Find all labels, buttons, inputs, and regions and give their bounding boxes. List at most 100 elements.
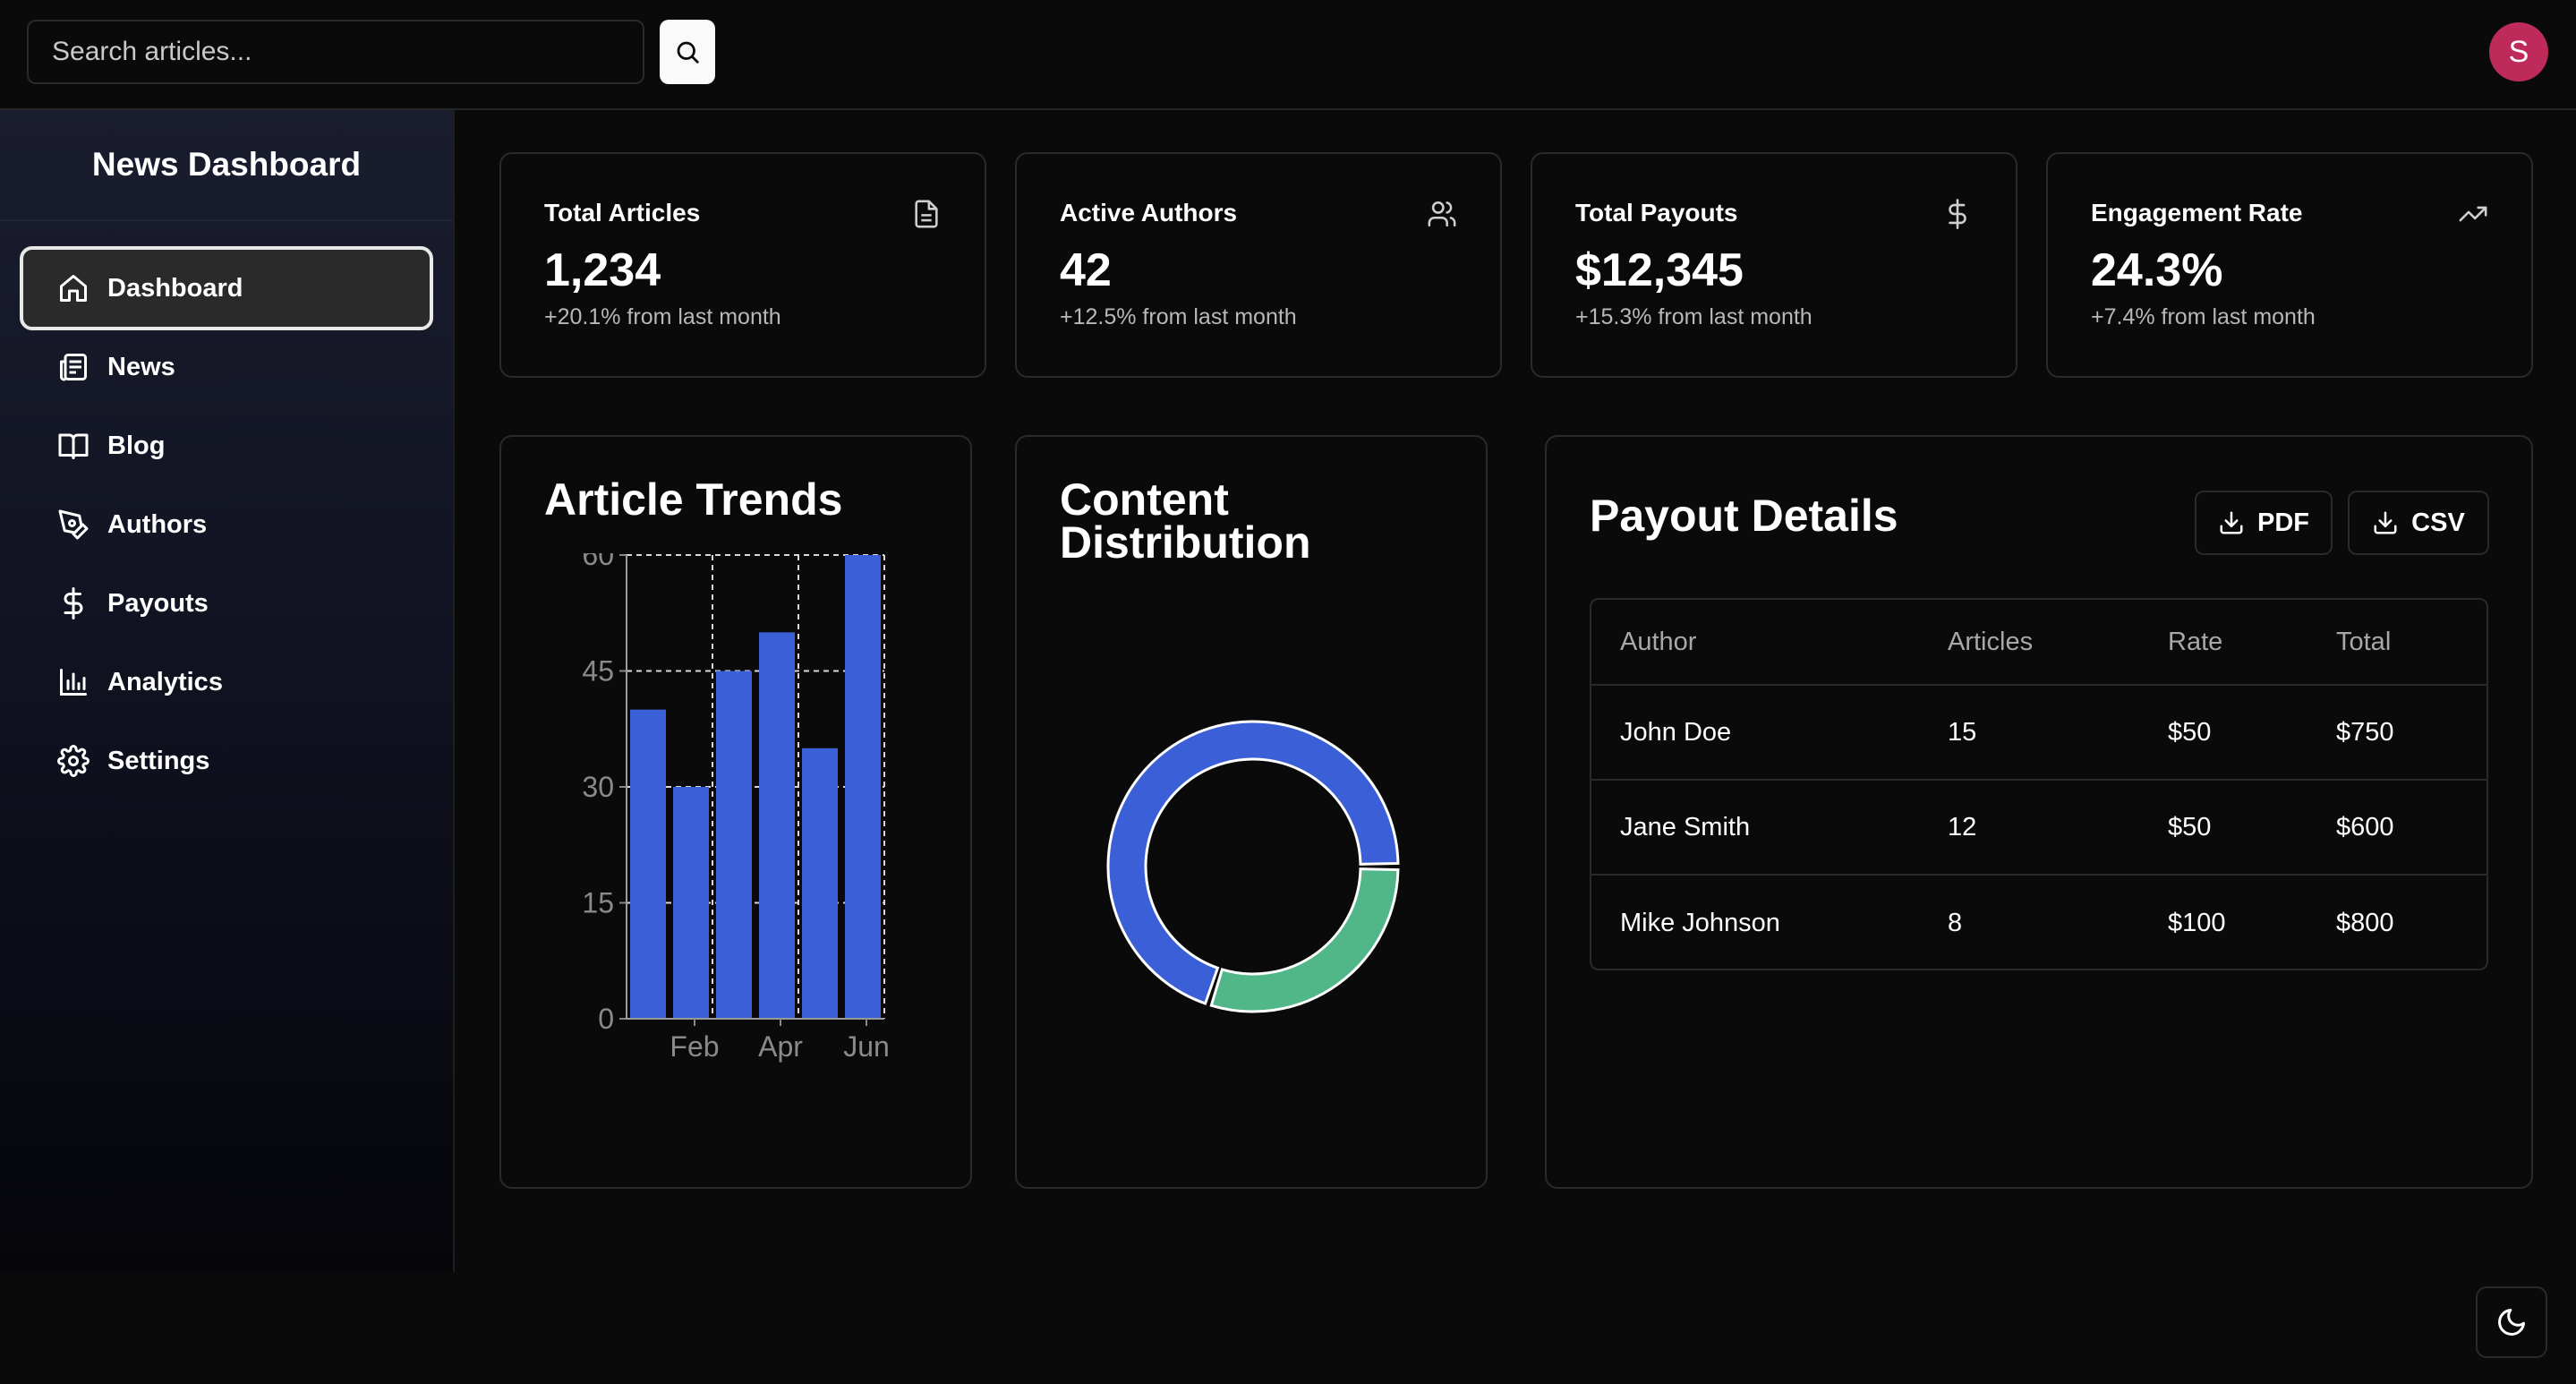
stat-label: Active Authors (1060, 199, 1238, 226)
gear-icon (55, 743, 91, 779)
stat-value: $12,345 (1575, 244, 1744, 296)
bar-apr[interactable] (759, 632, 795, 1019)
table-row[interactable]: Jane Smith 12 $50 $600 (1591, 781, 2486, 876)
bar-chart-icon (55, 664, 91, 700)
bar-may[interactable] (802, 748, 838, 1019)
stat-value: 42 (1060, 244, 1112, 296)
donut-slice-2[interactable] (1209, 867, 1400, 1013)
cell-author: John Doe (1620, 717, 1732, 747)
home-icon (55, 270, 91, 306)
stat-value: 1,234 (544, 244, 661, 296)
column-header-articles[interactable]: Articles (1948, 600, 2033, 684)
y-tick-label: 0 (598, 1003, 614, 1035)
cell-author: Mike Johnson (1620, 908, 1780, 937)
sidebar-item-blog[interactable]: Blog (20, 404, 433, 488)
article-trends-card: Article Trends 0 15 30 45 60 Feb Apr Jun (499, 435, 972, 1189)
avatar[interactable]: S (2489, 22, 2548, 81)
cell-total: $750 (2336, 717, 2394, 747)
sidebar-item-dashboard[interactable]: Dashboard (20, 246, 433, 330)
x-tick-label: Feb (670, 1030, 719, 1063)
column-header-total[interactable]: Total (2336, 600, 2391, 684)
bar-jun[interactable] (845, 555, 881, 1019)
download-pdf-button[interactable]: PDF (2195, 491, 2333, 555)
stat-change: +20.1% from last month (544, 304, 781, 329)
csv-label: CSV (2411, 508, 2465, 537)
cell-articles: 12 (1948, 812, 1977, 842)
column-header-rate[interactable]: Rate (2168, 600, 2222, 684)
stat-card-engagement-rate: Engagement Rate 24.3% +7.4% from last mo… (2046, 152, 2533, 378)
cell-total: $800 (2336, 908, 2394, 937)
search-icon (677, 41, 699, 64)
stat-change: +12.5% from last month (1060, 304, 1297, 329)
search-button[interactable] (660, 20, 715, 84)
cell-total: $600 (2336, 812, 2394, 842)
y-tick-label: 15 (582, 887, 614, 919)
sidebar-item-label: Payouts (107, 588, 209, 618)
sidebar-item-label: Authors (107, 509, 208, 539)
cell-articles: 15 (1948, 717, 1977, 747)
stat-change: +7.4% from last month (2091, 304, 2316, 329)
table-row[interactable]: John Doe 15 $50 $750 (1591, 686, 2486, 781)
dollar-icon (55, 585, 91, 621)
sidebar-item-label: Dashboard (107, 273, 243, 303)
sidebar-title: News Dashboard (0, 110, 453, 221)
sidebar: News Dashboard Dashboard News Blog Autho… (0, 110, 455, 1272)
stat-label: Total Payouts (1575, 199, 1738, 226)
content-distribution-chart (1106, 720, 1400, 1013)
pen-tool-icon (55, 507, 91, 542)
sidebar-item-authors[interactable]: Authors (20, 483, 433, 567)
y-tick-label: 30 (582, 771, 614, 803)
content-distribution-card: Content Distribution (1015, 435, 1488, 1189)
sidebar-item-news[interactable]: News (20, 325, 433, 409)
title-line: Distribution (1060, 517, 1311, 568)
book-open-icon (55, 428, 91, 464)
sidebar-item-label: Analytics (107, 667, 223, 696)
payout-details-card: Payout Details PDF CSV Author Articles R… (1545, 435, 2533, 1189)
table-header-row: Author Articles Rate Total (1591, 600, 2486, 686)
top-bar: S (0, 0, 2576, 110)
article-trends-title: Article Trends (544, 474, 843, 525)
cell-articles: 8 (1948, 908, 1963, 937)
download-csv-button[interactable]: CSV (2348, 491, 2489, 555)
sidebar-item-payouts[interactable]: Payouts (20, 561, 433, 645)
bar-feb[interactable] (673, 787, 709, 1019)
payout-table: Author Articles Rate Total John Doe 15 $… (1590, 598, 2488, 970)
stat-label: Total Articles (544, 199, 701, 226)
x-tick-label: Jun (843, 1030, 890, 1063)
download-icon (2220, 511, 2243, 534)
pdf-label: PDF (2257, 508, 2309, 537)
stat-card-total-payouts: Total Payouts $12,345 +15.3% from last m… (1531, 152, 2017, 378)
cell-author: Jane Smith (1620, 812, 1751, 842)
moon-icon (2498, 1309, 2525, 1336)
stat-value: 24.3% (2091, 244, 2223, 296)
theme-toggle-button[interactable] (2476, 1286, 2547, 1358)
table-row[interactable]: Mike Johnson 8 $100 $800 (1591, 876, 2486, 969)
article-trends-chart: 0 15 30 45 60 Feb Apr Jun (582, 553, 890, 1063)
x-tick-label: Apr (758, 1030, 803, 1063)
search-input[interactable] (27, 20, 644, 84)
cell-rate: $50 (2168, 717, 2212, 747)
column-header-author[interactable]: Author (1620, 600, 1696, 684)
sidebar-item-analytics[interactable]: Analytics (20, 640, 433, 724)
title-line: Content (1060, 474, 1229, 525)
sidebar-item-settings[interactable]: Settings (20, 719, 433, 803)
bar-jan[interactable] (630, 709, 666, 1019)
cell-rate: $50 (2168, 812, 2212, 842)
stat-card-active-authors: Active Authors 42 +12.5% from last month (1015, 152, 1502, 378)
newspaper-icon (55, 349, 91, 385)
stat-change: +15.3% from last month (1575, 304, 1813, 329)
sidebar-item-label: News (107, 352, 175, 381)
file-text-icon (915, 200, 938, 228)
sidebar-item-label: Settings (107, 746, 210, 775)
bar-mar[interactable] (716, 671, 752, 1020)
download-icon (2374, 511, 2397, 534)
content-distribution-title: Content Distribution (1060, 474, 1311, 568)
y-tick-label: 60 (582, 553, 614, 571)
cell-rate: $100 (2168, 908, 2226, 937)
y-tick-label: 45 (582, 655, 614, 688)
stat-label: Engagement Rate (2091, 199, 2303, 226)
sidebar-item-label: Blog (107, 431, 166, 460)
payout-details-title: Payout Details (1590, 491, 1898, 541)
stat-card-total-articles: Total Articles 1,234 +20.1% from last mo… (499, 152, 986, 378)
dollar-icon (1949, 199, 1966, 229)
